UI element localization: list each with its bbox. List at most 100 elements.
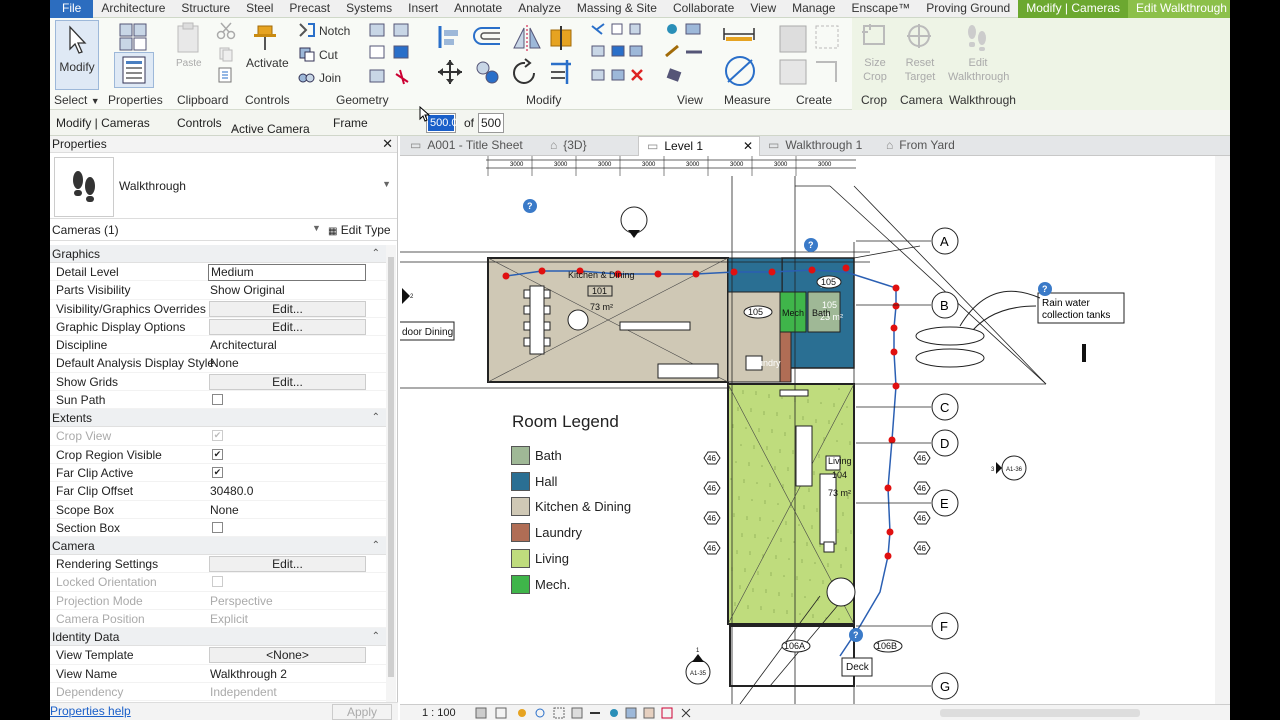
view-tab[interactable]: ▭ Level 1 ✕ — [638, 136, 760, 156]
ribbon-tab-insert[interactable]: Insert — [400, 0, 446, 18]
ribbon-tab-massing-site[interactable]: Massing & Site — [569, 0, 665, 18]
ribbon-tab-modify-cameras[interactable]: Modify | Cameras — [1018, 0, 1129, 18]
notch-icon[interactable] — [298, 22, 316, 38]
apply-button[interactable]: Apply — [332, 704, 392, 720]
section-camera[interactable]: Camera ⌃ — [50, 537, 386, 556]
properties-scrollbar[interactable] — [386, 245, 396, 715]
match-type-icon[interactable] — [217, 66, 235, 84]
select-panel-label[interactable]: Select ▼ — [54, 93, 100, 107]
mirror-pick-axis-icon[interactable] — [512, 24, 542, 52]
property-edit-button[interactable]: Edit... — [209, 318, 366, 335]
property-value[interactable]: 30480.0 — [210, 482, 253, 500]
property-value[interactable]: None — [210, 354, 239, 372]
cut-button[interactable]: Cut — [319, 48, 338, 62]
ribbon-tab-manage[interactable]: Manage — [784, 0, 843, 18]
property-value[interactable]: Show Original — [210, 281, 285, 299]
property-edit-button[interactable]: <None> — [209, 647, 366, 664]
ribbon-tab-proving-ground[interactable]: Proving Ground — [918, 0, 1018, 18]
view-tab[interactable]: ▭ Walkthrough 1 — [760, 136, 878, 156]
cut-scissors-icon[interactable] — [216, 22, 236, 40]
reset-target-button[interactable]: Reset Target — [902, 56, 938, 84]
close-tab-icon[interactable]: ✕ — [743, 137, 753, 156]
scrollbar-thumb[interactable] — [388, 257, 394, 677]
align-icon[interactable] — [436, 24, 462, 50]
collapse-icon[interactable]: ⌃ — [372, 628, 380, 646]
ribbon-tab-view[interactable]: View — [742, 0, 784, 18]
instance-filter[interactable]: Cameras (1) ▼ ▦ Edit Type — [50, 219, 397, 241]
reset-target-icon[interactable] — [904, 22, 934, 50]
geometry-tools-icon[interactable] — [368, 22, 416, 88]
keyframe-point[interactable] — [842, 264, 850, 272]
ribbon-tab-file[interactable]: File — [50, 0, 94, 18]
measure-dimension-icon[interactable] — [722, 24, 758, 46]
checkbox-checked[interactable]: ✔ — [212, 448, 223, 460]
type-selector[interactable]: Walkthrough ▼ — [50, 153, 397, 219]
paste-button[interactable]: Paste — [176, 58, 202, 69]
section-graphics[interactable]: Graphics ⌃ — [50, 245, 386, 263]
size-crop-button[interactable]: Size Crop — [860, 56, 890, 84]
keyframe-point[interactable] — [502, 272, 510, 280]
cut-geometry-icon[interactable] — [298, 46, 316, 62]
ribbon-tab-annotate[interactable]: Annotate — [446, 0, 510, 18]
ribbon-tab-systems[interactable]: Systems — [338, 0, 400, 18]
trim-extend-icon[interactable] — [547, 58, 577, 86]
notch-button[interactable]: Notch — [319, 24, 350, 38]
property-value[interactable]: Architectural — [210, 336, 277, 354]
keyframe-point[interactable] — [884, 484, 892, 492]
ribbon-tab-steel[interactable]: Steel — [238, 0, 281, 18]
type-properties-icon[interactable] — [118, 22, 150, 52]
property-edit-button[interactable]: Edit... — [209, 373, 366, 390]
keyframe-point[interactable] — [892, 382, 900, 390]
section-identity-data[interactable]: Identity Data ⌃ — [50, 628, 386, 647]
ribbon-tab-analyze[interactable]: Analyze — [510, 0, 569, 18]
keyframe-point[interactable] — [730, 268, 738, 276]
keyframe-point[interactable] — [768, 268, 776, 276]
keyframe-point[interactable] — [692, 270, 700, 278]
properties-button[interactable] — [114, 52, 154, 88]
move-icon[interactable] — [436, 58, 464, 86]
property-value[interactable]: None — [210, 501, 239, 519]
ribbon-tab-precast[interactable]: Precast — [281, 0, 338, 18]
view-control-icons[interactable] — [474, 707, 724, 719]
checkbox[interactable] — [212, 394, 223, 406]
property-value-field[interactable]: Medium — [208, 264, 366, 281]
ribbon-tab-collaborate[interactable]: Collaborate — [665, 0, 742, 18]
view-tab[interactable]: ⌂ {3D} — [542, 136, 638, 156]
offset-icon[interactable] — [472, 24, 502, 50]
horizontal-scrollbar[interactable] — [940, 709, 1140, 717]
paste-icon[interactable] — [174, 22, 204, 56]
checkbox-checked[interactable]: ✔ — [212, 466, 223, 478]
keyframe-point[interactable] — [808, 266, 816, 274]
properties-help-link[interactable]: Properties help — [50, 704, 131, 718]
collapse-icon[interactable]: ⌃ — [372, 245, 380, 263]
collapse-icon[interactable]: ⌃ — [372, 537, 380, 555]
property-edit-button[interactable]: Edit... — [209, 300, 366, 317]
keyframe-point[interactable] — [890, 348, 898, 356]
join-icon[interactable] — [298, 70, 316, 86]
create-tools-icon[interactable] — [776, 22, 846, 88]
property-value[interactable]: Walkthrough 2 — [210, 665, 287, 683]
property-edit-button[interactable]: Edit... — [209, 556, 366, 573]
keyframe-point[interactable] — [890, 324, 898, 332]
modify-button[interactable]: Modify — [55, 20, 99, 90]
size-crop-icon[interactable] — [860, 22, 890, 50]
ribbon-tab-architecture[interactable]: Architecture — [93, 0, 173, 18]
checkbox[interactable] — [212, 521, 223, 533]
keyframe-point[interactable] — [892, 284, 900, 292]
drawing-canvas[interactable]: 3000 3000 3000 3000 3000 3000 3000 3000 — [400, 156, 1230, 704]
keyframe-point[interactable] — [886, 528, 894, 536]
rotate-icon[interactable] — [510, 58, 540, 88]
ribbon-tab-enscape-[interactable]: Enscape™ — [843, 0, 918, 18]
keyframe-point[interactable] — [892, 302, 900, 310]
keyframe-point[interactable] — [888, 436, 896, 444]
canvas-scrollbar[interactable] — [1215, 156, 1230, 704]
copy-icon[interactable] — [218, 46, 234, 62]
copy-element-icon[interactable] — [474, 58, 502, 86]
split-element-icon[interactable] — [547, 24, 577, 52]
join-button[interactable]: Join — [319, 71, 341, 85]
view-scale[interactable]: 1 : 100 — [422, 707, 456, 719]
view-tab[interactable]: ▭ A001 - Title Sheet — [402, 136, 542, 156]
modify-small-tools-icon[interactable] — [590, 22, 648, 88]
edit-walkthrough-button[interactable]: Edit Walkthrough — [948, 56, 1009, 84]
measure-icon[interactable] — [722, 54, 758, 88]
